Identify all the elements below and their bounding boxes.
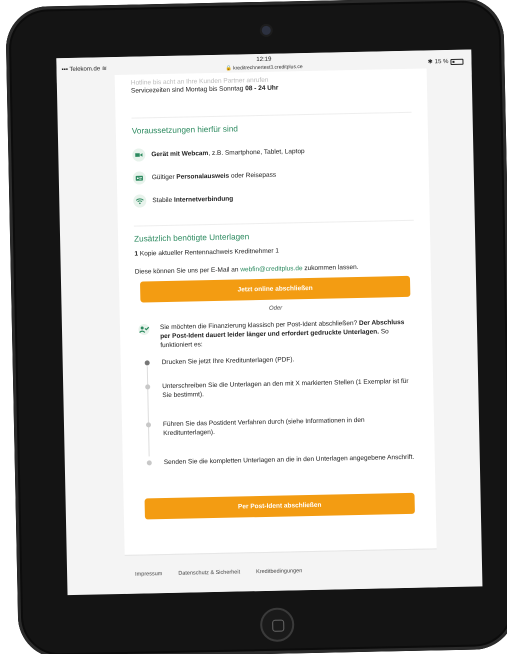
- footer: Impressum Datenschutz & Sicherheit Kredi…: [124, 548, 438, 594]
- postident-icon: [136, 323, 155, 350]
- step-dot: [144, 360, 150, 366]
- postident-intro-text: Sie möchten die Finanzierung klassisch p…: [159, 318, 405, 350]
- page-content: Hotline bis acht an Ihre Kunden Partner …: [114, 68, 437, 555]
- postident-intro: Sie möchten die Finanzierung klassisch p…: [136, 318, 417, 351]
- lock-icon: 🔒: [225, 65, 232, 72]
- tablet-frame: ▪▪▪ Telekom.de ≋ 12:19 🔒 kreditrechnerte…: [5, 0, 507, 654]
- camera-icon: [261, 25, 271, 35]
- requirement-text: Gültiger Personalausweis oder Reisepass: [151, 171, 277, 182]
- footer-link-privacy[interactable]: Datenschutz & Sicherheit: [178, 569, 240, 592]
- home-button[interactable]: [259, 607, 295, 643]
- step-dot: [145, 384, 151, 390]
- id-card-icon: [132, 171, 146, 185]
- list-item: Senden Sie die kompletten Unterlagen an …: [139, 453, 419, 481]
- bluetooth-icon: ✱: [427, 59, 433, 66]
- list-item: Unterschreiben Sie die Unterlagen an den…: [137, 377, 418, 421]
- service-hours-value: 08 - 24 Uhr: [245, 84, 279, 93]
- requirements-title: Voraussetzungen hierfür sind: [131, 111, 412, 136]
- battery-icon: [450, 58, 464, 65]
- service-hours-prefix: Servicezeiten sind Montag bis Sonntag: [130, 85, 246, 95]
- step-dot: [146, 460, 152, 466]
- battery-label: 15 %: [434, 58, 449, 65]
- step-dot: [145, 422, 152, 428]
- step-text: Drucken Sie jetzt Ihre Kreditunterlagen …: [161, 356, 295, 367]
- documents-title: Zusätzlich benötigte Unterlagen: [133, 219, 415, 244]
- postident-steps: Drucken Sie jetzt Ihre Kreditunterlagen …: [137, 353, 419, 481]
- requirement-text: Stabile Internetverbindung: [152, 195, 234, 205]
- or-divider: Oder: [268, 305, 283, 312]
- requirement-internet: Stabile Internetverbindung: [133, 184, 413, 213]
- online-complete-button[interactable]: Jetzt online abschließen: [140, 275, 411, 303]
- webcam-icon: [132, 148, 146, 162]
- list-item: Führen Sie das Postident Verfahren durch…: [138, 415, 419, 459]
- requirement-text: Gerät mit Webcam, z.B. Smartphone, Table…: [151, 148, 305, 159]
- footer-link-terms[interactable]: Kreditbedingungen: [256, 568, 303, 591]
- postident-complete-button[interactable]: Per Post-Ident abschließen: [144, 492, 415, 520]
- screen: ▪▪▪ Telekom.de ≋ 12:19 🔒 kreditrechnerte…: [56, 49, 483, 596]
- email-instruction: Diese können Sie uns per E-Mail an webfi…: [134, 263, 359, 276]
- service-hours: Hotline bis acht an Ihre Kunden Partner …: [131, 69, 411, 96]
- documents-line: 1 Kopie aktueller Rentennachweis Kreditn…: [134, 247, 280, 258]
- footer-link-impressum[interactable]: Impressum: [135, 571, 163, 594]
- battery-status: ✱ 15 %: [427, 58, 464, 66]
- wifi-icon: [133, 194, 147, 208]
- email-link[interactable]: webfin@creditplus.de: [240, 265, 302, 273]
